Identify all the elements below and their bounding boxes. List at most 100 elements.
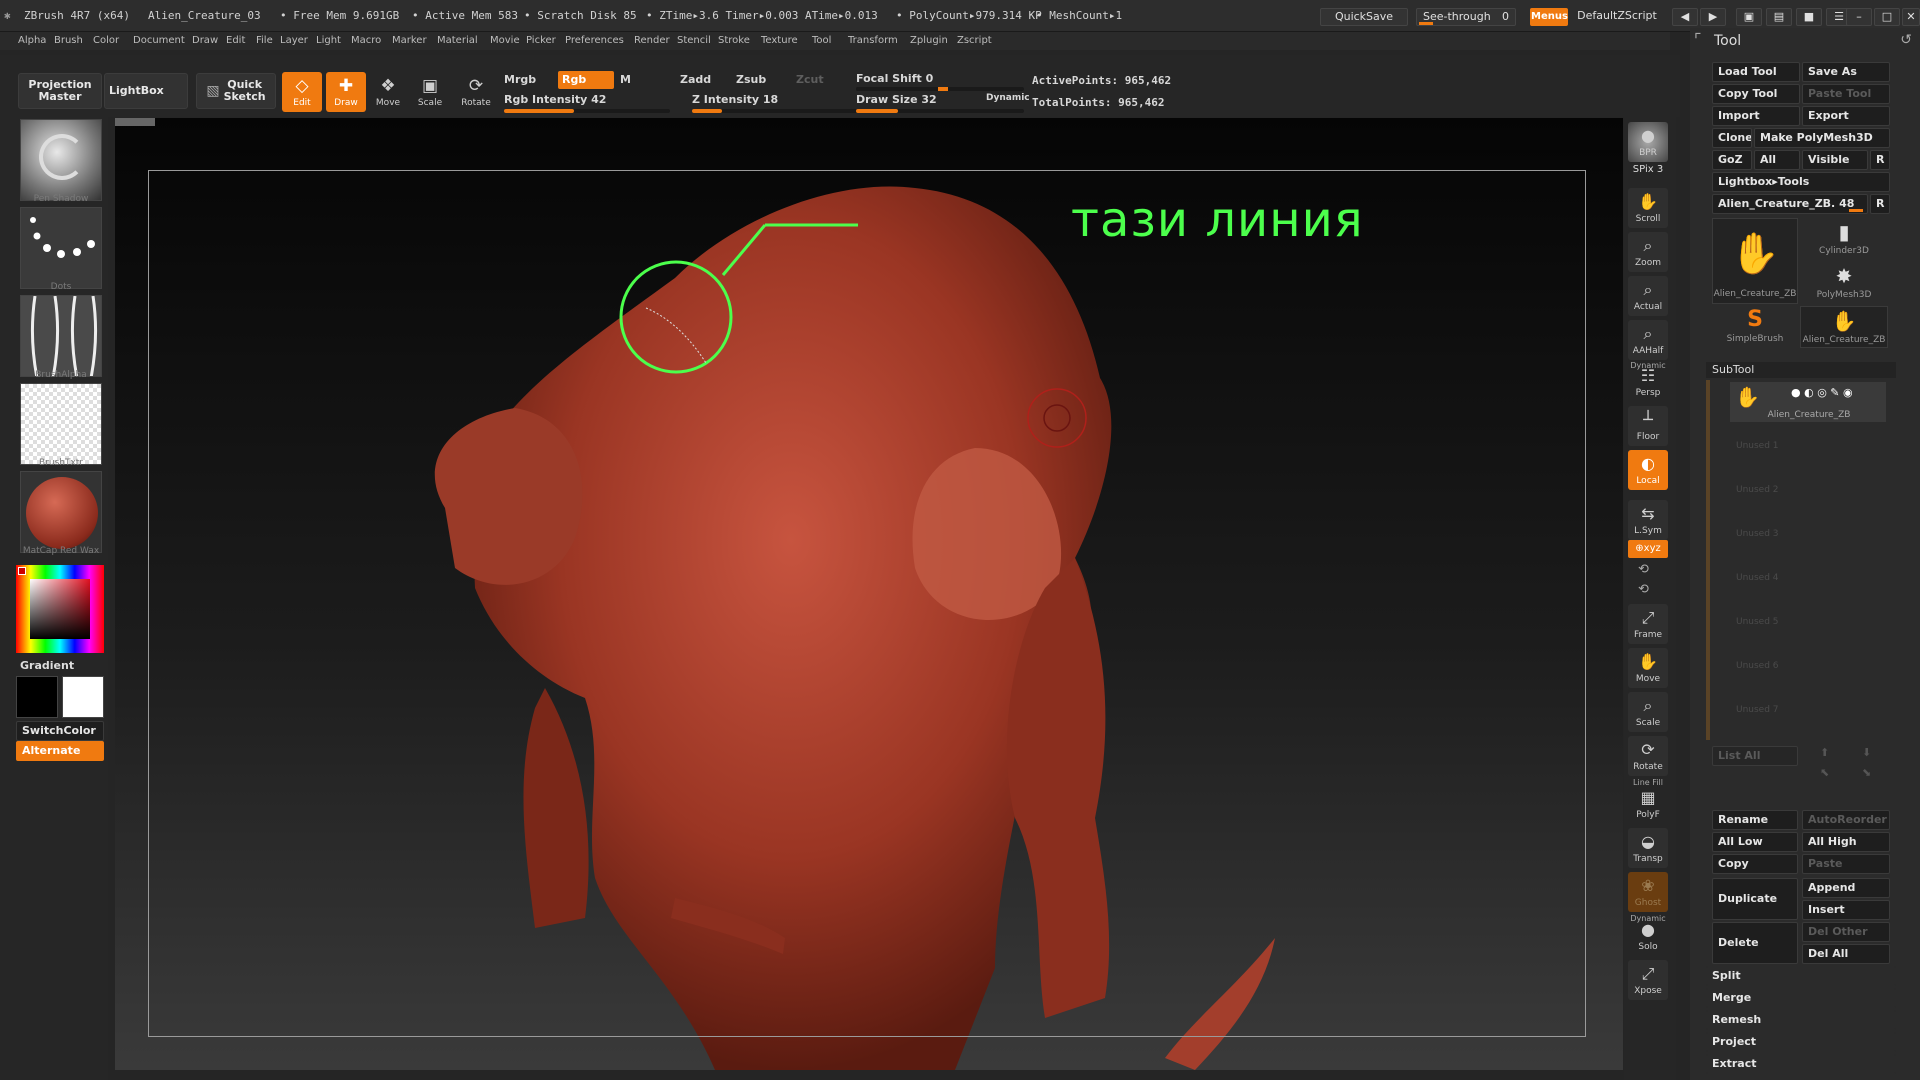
zbrush-logo-icon[interactable]: ✱ <box>4 9 11 22</box>
zcut-button[interactable]: Zcut <box>796 73 824 86</box>
persp-button[interactable]: ☷ Persp <box>1628 362 1668 402</box>
goz-all-button[interactable]: All <box>1754 150 1800 170</box>
goz-button[interactable]: GoZ <box>1712 150 1752 170</box>
brush-thumbnail[interactable] <box>20 119 102 201</box>
transp-button[interactable]: ◒ Transp <box>1628 828 1668 868</box>
del-all-button[interactable]: Del All <box>1802 944 1890 964</box>
polyf-button[interactable]: ▦ PolyF <box>1628 784 1668 824</box>
lightbox-button[interactable]: LightBox <box>104 73 188 109</box>
layout-next-icon[interactable]: ▶ <box>1700 8 1726 26</box>
split-section[interactable]: Split <box>1706 966 1896 986</box>
m-button[interactable]: M <box>620 73 631 86</box>
menu-file[interactable]: File <box>256 35 273 46</box>
local-button[interactable]: ◐ Local <box>1628 450 1668 490</box>
subtool-unused-slot[interactable]: Unused 3 <box>1730 514 1886 554</box>
current-tool-r-button[interactable]: R <box>1870 194 1890 214</box>
move-view-button[interactable]: ✋ Move <box>1628 648 1668 688</box>
menu-alpha[interactable]: Alpha <box>18 35 46 46</box>
list-all-button[interactable]: List All <box>1712 746 1798 766</box>
menu-edit[interactable]: Edit <box>226 35 245 46</box>
lsym-button[interactable]: ⇆ L.Sym <box>1628 500 1668 540</box>
append-button[interactable]: Append <box>1802 878 1890 898</box>
edit-button[interactable]: ◇ Edit <box>282 72 322 112</box>
tool-thumb-alien-2[interactable]: ✋ Alien_Creature_ZB <box>1800 306 1888 348</box>
move-mode-button[interactable]: ❖ Move <box>368 72 408 112</box>
menu-stencil[interactable]: Stencil <box>677 35 711 46</box>
subtool-unused-slot[interactable]: Unused 4 <box>1730 558 1886 598</box>
menu-tool[interactable]: Tool <box>812 35 831 46</box>
primary-color-swatch[interactable] <box>16 676 58 718</box>
scroll-button[interactable]: ✋ Scroll <box>1628 188 1668 228</box>
extract-section[interactable]: Extract <box>1706 1054 1896 1074</box>
menu-macro[interactable]: Macro <box>351 35 381 46</box>
merge-section[interactable]: Merge <box>1706 988 1896 1008</box>
tool-thumb-polymesh[interactable]: ✸ PolyMesh3D <box>1800 262 1888 304</box>
save-ui-icon[interactable]: ■ <box>1796 8 1822 26</box>
actual-button[interactable]: ⌕ Actual <box>1628 276 1668 316</box>
subtool-scrollbar[interactable] <box>1706 380 1710 740</box>
window-layout-icon[interactable]: ▣ <box>1736 8 1762 26</box>
ghost-button[interactable]: ❀ Ghost <box>1628 872 1668 912</box>
move-up-icon[interactable]: ⬆ <box>1820 746 1829 759</box>
copy-button[interactable]: Copy <box>1712 854 1798 874</box>
palette-reset-icon[interactable]: ↺ <box>1900 32 1912 48</box>
rename-button[interactable]: Rename <box>1712 810 1798 830</box>
tool-thumb-cylinder[interactable]: ▮ Cylinder3D <box>1800 218 1888 260</box>
copy-tool-button[interactable]: Copy Tool <box>1712 84 1800 104</box>
material-thumbnail[interactable] <box>20 471 102 553</box>
remesh-section[interactable]: Remesh <box>1706 1010 1896 1030</box>
quicksave-button[interactable]: QuickSave <box>1320 8 1408 26</box>
export-button[interactable]: Export <box>1802 106 1890 126</box>
goz-visible-button[interactable]: Visible <box>1802 150 1868 170</box>
rgb-button[interactable]: Rgb <box>558 71 614 89</box>
subtool-unused-slot[interactable]: Unused 6 <box>1730 646 1886 686</box>
color-saturation-square[interactable] <box>30 579 90 639</box>
menu-marker[interactable]: Marker <box>392 35 427 46</box>
subtool-unused-slot[interactable]: Unused 7 <box>1730 690 1886 730</box>
mrgb-button[interactable]: Mrgb <box>504 73 536 86</box>
menu-picker[interactable]: Picker <box>526 35 556 46</box>
layout-prev-icon[interactable]: ◀ <box>1672 8 1698 26</box>
rotate-mode-button[interactable]: ⟳ Rotate <box>456 72 496 112</box>
subtool-unused-slot[interactable]: Unused 1 <box>1730 426 1886 466</box>
draw-size-slider[interactable] <box>856 109 1024 113</box>
autoreorder-button[interactable]: AutoReorder <box>1802 810 1890 830</box>
del-other-button[interactable]: Del Other <box>1802 922 1890 942</box>
make-polymesh-button[interactable]: Make PolyMesh3D <box>1754 128 1890 148</box>
menu-color[interactable]: Color <box>93 35 119 46</box>
menu-transform[interactable]: Transform <box>848 35 898 46</box>
see-through-slider[interactable]: See-through 0 <box>1416 8 1516 26</box>
texture-thumbnail[interactable] <box>20 383 102 465</box>
zoom-button[interactable]: ⌕ Zoom <box>1628 232 1668 272</box>
palette-icon[interactable]: ▤ <box>1766 8 1792 26</box>
menu-zscript[interactable]: Zscript <box>957 35 992 46</box>
floor-button[interactable]: ┴ Floor <box>1628 406 1668 446</box>
frame-button[interactable]: ⤢ Frame <box>1628 604 1668 644</box>
maximize-icon[interactable]: □ <box>1874 8 1900 26</box>
menu-light[interactable]: Light <box>316 35 341 46</box>
default-zscript-button[interactable]: DefaultZScript <box>1570 8 1664 26</box>
bpr-button[interactable]: ● BPR <box>1628 122 1668 162</box>
delete-button[interactable]: Delete <box>1712 922 1798 964</box>
subtool-visibility-icons[interactable]: ● ◐ ◎ ✎ ◉ <box>1791 386 1853 399</box>
subtool-unused-slot[interactable]: Unused 5 <box>1730 602 1886 642</box>
goz-r-button[interactable]: R <box>1870 150 1890 170</box>
clone-button[interactable]: Clone <box>1712 128 1752 148</box>
zsub-button[interactable]: Zsub <box>736 73 766 86</box>
secondary-color-swatch[interactable] <box>62 676 104 718</box>
menu-material[interactable]: Material <box>437 35 478 46</box>
minimize-icon[interactable]: – <box>1846 8 1872 26</box>
scale-view-button[interactable]: ⌕ Scale <box>1628 692 1668 732</box>
gradient-label[interactable]: Gradient <box>20 659 74 672</box>
all-high-button[interactable]: All High <box>1802 832 1890 852</box>
alpha-thumbnail[interactable] <box>20 295 102 377</box>
arrow-right-icon[interactable]: ⬊ <box>1862 766 1871 779</box>
subtool-active[interactable]: ✋ ● ◐ ◎ ✎ ◉ Alien_Creature_ZB <box>1730 382 1886 422</box>
import-button[interactable]: Import <box>1712 106 1800 126</box>
draw-button[interactable]: ✚ Draw <box>326 72 366 112</box>
aahalf-button[interactable]: ⌕ AAHalf <box>1628 320 1668 360</box>
focal-shift-handle[interactable] <box>938 87 948 91</box>
close-icon[interactable]: ✕ <box>1902 8 1920 26</box>
rotate-y-icon[interactable]: ⟲ <box>1638 562 1649 577</box>
menu-zplugin[interactable]: Zplugin <box>910 35 948 46</box>
